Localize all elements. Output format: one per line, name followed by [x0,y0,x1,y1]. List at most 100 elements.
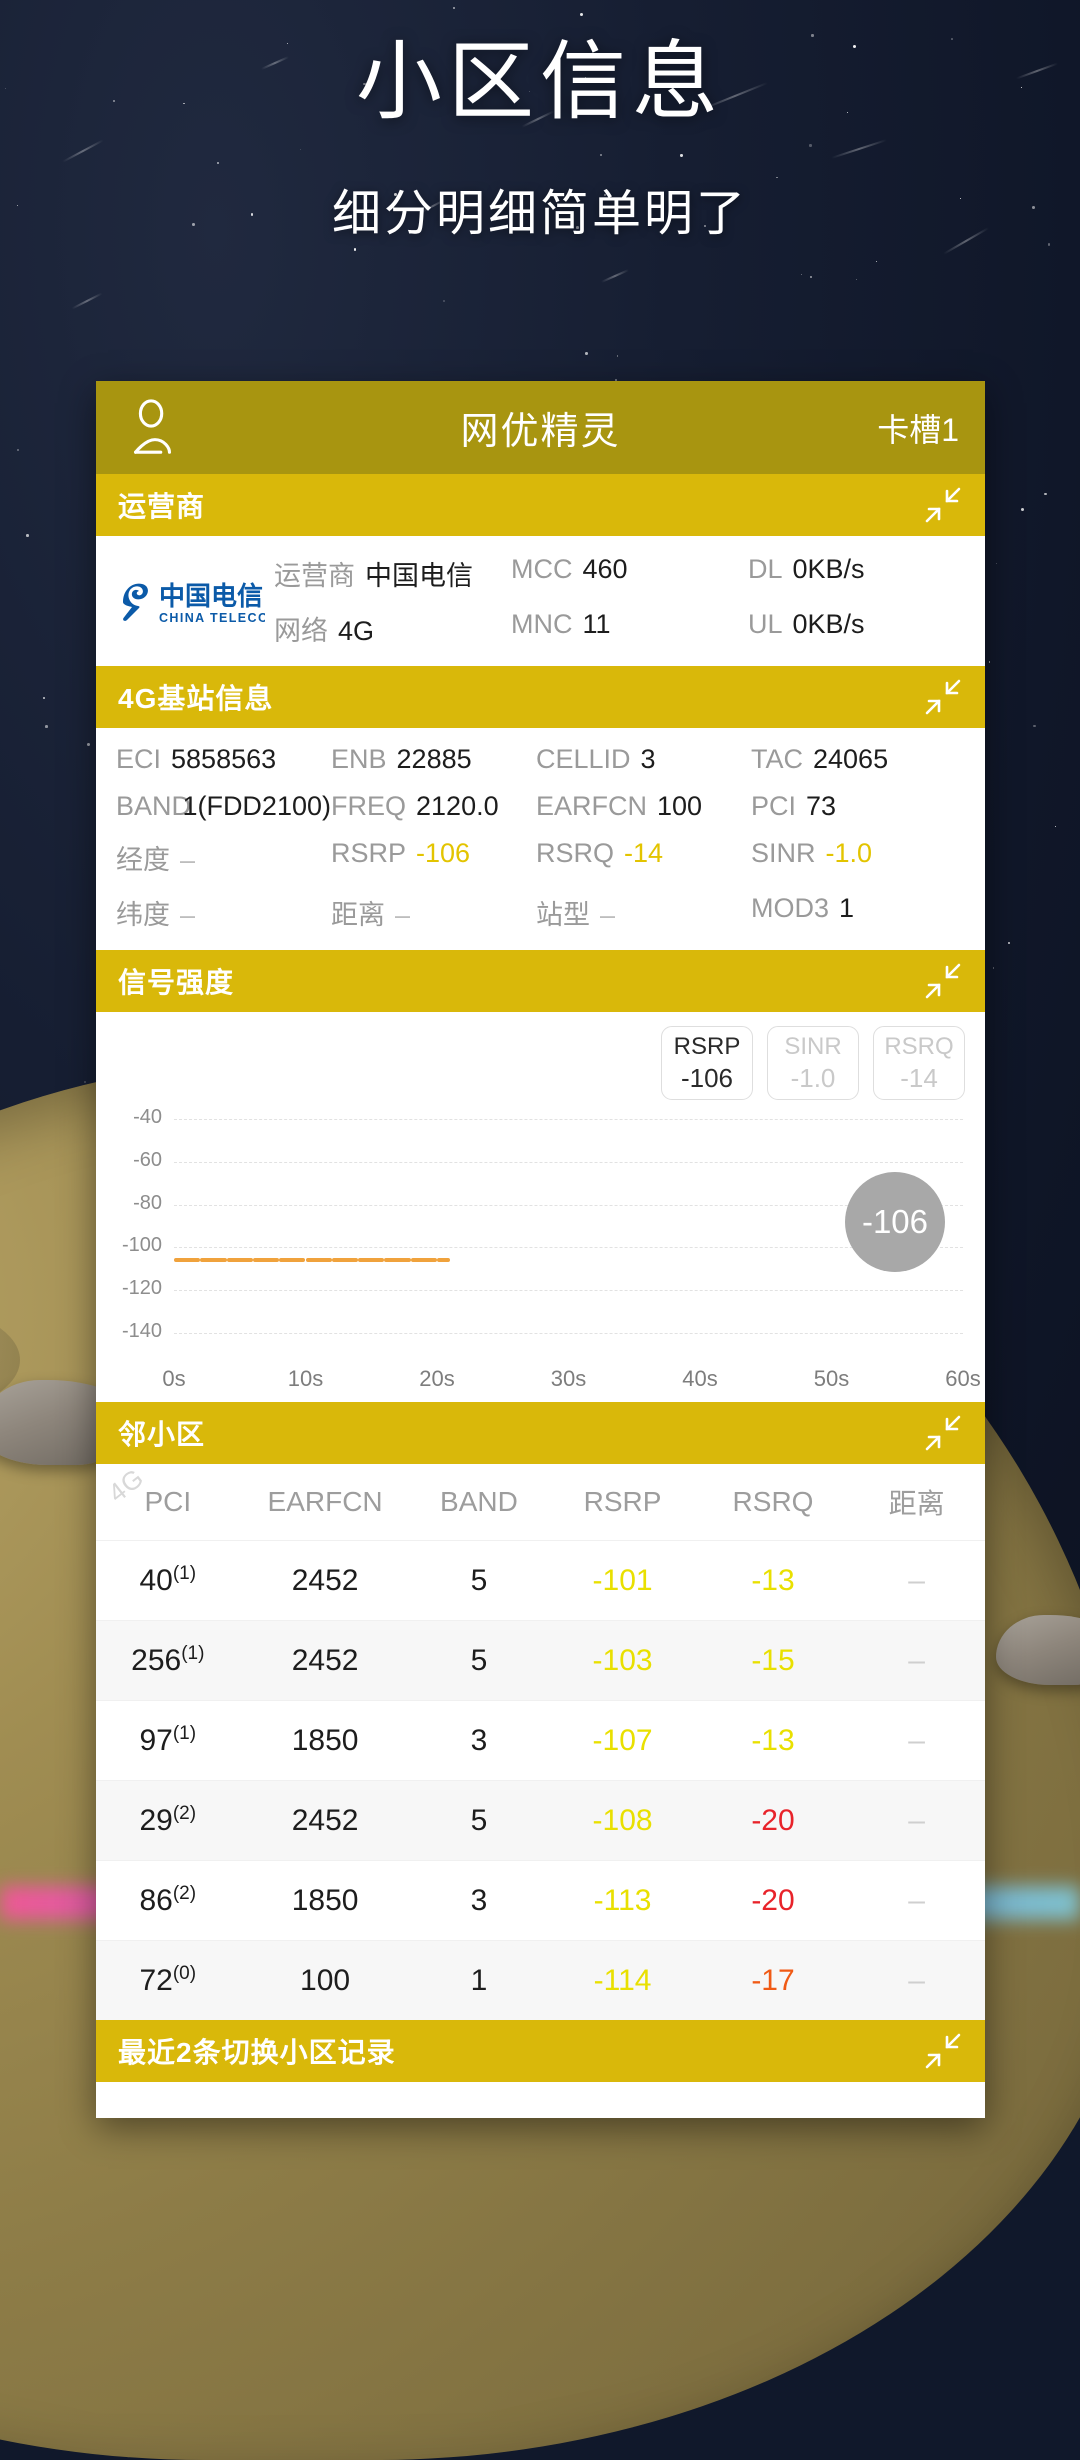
hero-subtitle: 细分明细简单明了 [331,187,748,242]
field-key: EARFCN [536,791,648,821]
section-header-operator[interactable]: 运营商 [96,474,985,536]
cell-distance: – [908,1723,925,1757]
collapse-arrows-icon[interactable] [923,485,963,525]
cell-earfcn: 1850 [291,1723,359,1757]
field-value: -14 [624,838,664,868]
metric-chip-rsrq[interactable]: RSRQ -14 [873,1026,965,1100]
table-row[interactable]: 72(0) 100 1 -114 -17 – [96,1940,985,2020]
cell-pci: 40(1) [139,1563,197,1597]
hero-text-block: 小区信息 细分明细简单明了 [0,34,1080,245]
cell-rsrp: -107 [592,1723,653,1757]
cell-earfcn: 1850 [291,1883,359,1917]
field-value: 3 [640,744,656,774]
cell-rsrp: -103 [592,1643,653,1677]
table-row[interactable]: 97(1) 1850 3 -107 -13 – [96,1700,985,1780]
field-value: -1.0 [825,838,873,868]
field-value: – [395,900,411,930]
table-row[interactable]: 40(1) 2452 5 -101 -13 – [96,1540,985,1620]
field-TAC: TAC 24065 [751,744,965,775]
table-column-header: EARFCN [267,1486,383,1517]
cell-earfcn: 2452 [291,1643,359,1677]
svg-text:中国电信: 中国电信 [159,581,263,611]
collapse-arrows-icon[interactable] [923,961,963,1001]
cell-rsrp: -113 [593,1883,652,1917]
chart-y-tick-label: -60 [133,1148,162,1171]
chart-y-tick-label: -40 [133,1105,162,1128]
collapse-arrows-icon[interactable] [923,2031,963,2071]
field-key: 站型 [536,900,590,930]
metric-chip-label: SINR [784,1032,842,1060]
collapse-arrows-icon[interactable] [923,1413,963,1453]
app-title: 网优精灵 [460,411,621,453]
field-站型: 站型 – [536,893,751,932]
field-key: ECI [116,744,162,774]
chart-x-tick-label: 30s [550,1366,587,1391]
table-column-header: RSRP [583,1486,662,1517]
field-key: ENB [331,744,387,774]
field-网络: 网络 4G [274,609,511,648]
collapse-arrows-icon[interactable] [923,677,963,717]
field-value: 22885 [396,744,472,774]
base-station-field-grid: ECI 5858563 ENB 22885 CELLID 3 TAC 24065 BAND 1(F… [96,728,985,950]
cell-pci: 72(0) [139,1963,197,1997]
chart-y-tick-label: -140 [121,1320,162,1343]
chart-x-tick-label: 20s [419,1366,455,1391]
field-value: 73 [806,791,837,821]
field-value: 24065 [813,744,889,774]
table-row[interactable]: 86(2) 1850 3 -113 -20 – [96,1860,985,1940]
field-value: 中国电信 [365,561,473,591]
table-header-row: PCI EARFCN BAND RSRP RSRQ 距离 [96,1464,985,1540]
metric-chip-label: RSRQ [884,1032,954,1060]
field-DL: DL 0KB/s [748,554,985,593]
field-key: CELLID [536,744,631,774]
field-MCC: MCC 460 [511,554,748,593]
cell-band: 5 [470,1563,488,1597]
cell-distance: – [908,1963,925,1997]
field-纬度: 纬度 – [116,893,331,932]
field-key: UL [748,609,783,639]
field-EARFCN: EARFCN 100 [536,791,751,822]
cell-band: 1 [470,1963,488,1997]
field-value: -106 [416,838,471,868]
table-column-header: RSRQ [732,1486,814,1517]
field-key: MOD3 [751,893,830,923]
table-row[interactable]: 256(1) 2452 5 -103 -15 – [96,1620,985,1700]
field-BAND: BAND 1(FDD2100) [116,791,331,822]
chart-x-tick-label: 10s [287,1366,324,1391]
field-ENB: ENB 22885 [331,744,536,775]
field-key: 距离 [331,900,385,930]
section-header-base-station[interactable]: 4G基站信息 [96,666,985,728]
section-header-handover[interactable]: 最近2条切换小区记录 [96,2020,985,2082]
cell-earfcn: 2452 [291,1563,359,1597]
table-column-header: 距离 [888,1488,945,1519]
cell-rsrq: -13 [751,1563,795,1597]
chart-gridline [174,1204,963,1206]
field-key: 网络 [274,616,328,646]
metric-chip-rsrp[interactable]: RSRP -106 [661,1026,753,1100]
cell-pci: 29(2) [139,1803,197,1837]
chart-series-segment [252,1258,280,1263]
chart-series-segment [200,1258,227,1263]
field-key: RSRQ [536,838,615,868]
metric-chip-sinr[interactable]: SINR -1.0 [767,1026,859,1100]
section-title-neighbor: 邻小区 [118,1419,206,1450]
field-key: 运营商 [274,561,355,591]
section-header-neighbor[interactable]: 邻小区 [96,1402,985,1464]
cell-earfcn: 100 [300,1963,351,1997]
operator-field-grid: 运营商 中国电信 MCC 460 DL 0KB/s 网络 4G MNC 11 UL 0KB/s [274,554,985,648]
chart-gridline [174,1118,963,1120]
field-距离: 距离 – [331,893,536,932]
field-key: DL [748,554,783,584]
field-value: – [600,900,616,930]
cell-distance: – [908,1643,925,1677]
table-row[interactable]: 29(2) 2452 5 -108 -20 – [96,1780,985,1860]
section-title-signal: 信号强度 [118,967,235,998]
section-header-signal[interactable]: 信号强度 [96,950,985,1012]
sim-slot-label[interactable]: 卡槽1 [877,405,959,451]
field-SINR: SINR -1.0 [751,838,965,877]
chart-current-value-bubble: -106 [845,1171,945,1272]
metric-chip-value: -106 [680,1062,734,1093]
cell-pci: 86(2) [139,1883,197,1917]
cell-earfcn: 2452 [291,1803,359,1837]
user-icon[interactable] [122,397,184,459]
